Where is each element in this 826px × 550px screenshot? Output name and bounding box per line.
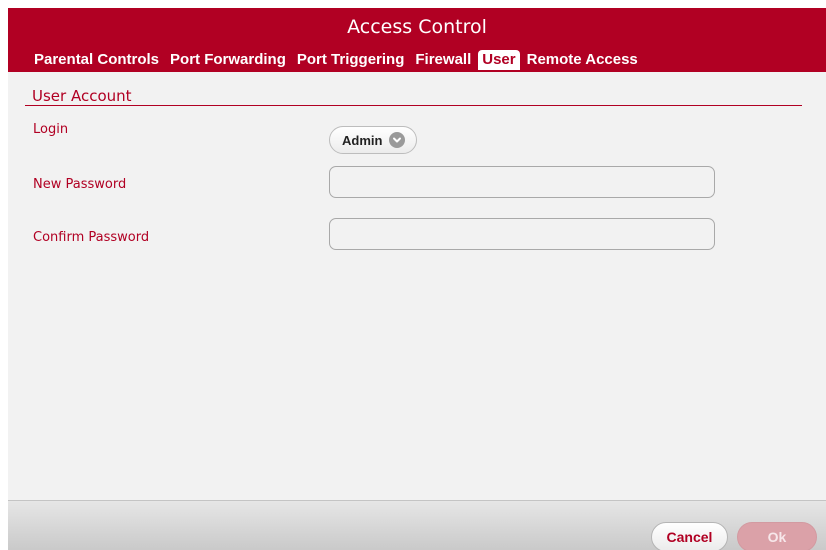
page-title: Access Control: [347, 16, 487, 38]
tab-port-triggering[interactable]: Port Triggering: [293, 50, 409, 70]
confirm-password-label: Confirm Password: [33, 230, 150, 245]
new-password-label: New Password: [33, 177, 127, 192]
login-label: Login: [33, 122, 69, 137]
tab-bar: Parental Controls Port Forwarding Port T…: [30, 50, 645, 70]
ok-button[interactable]: Ok: [737, 522, 817, 550]
tab-user[interactable]: User: [478, 50, 520, 70]
chevron-down-icon: [389, 132, 406, 148]
footer-bar: Cancel Ok: [8, 500, 826, 550]
tab-port-forwarding[interactable]: Port Forwarding: [166, 50, 290, 70]
new-password-field[interactable]: [329, 166, 715, 198]
tab-firewall[interactable]: Firewall: [411, 50, 475, 70]
tab-remote-access[interactable]: Remote Access: [523, 50, 642, 70]
header-bar: Access Control Parental Controls Port Fo…: [8, 8, 826, 72]
login-select[interactable]: Admin: [329, 126, 417, 154]
access-control-panel: Access Control Parental Controls Port Fo…: [8, 8, 826, 550]
login-select-value: Admin: [342, 132, 383, 148]
section-title: User Account: [32, 87, 132, 105]
section-divider: [25, 105, 802, 106]
cancel-button[interactable]: Cancel: [651, 522, 728, 550]
confirm-password-field[interactable]: [329, 218, 715, 250]
tab-parental-controls[interactable]: Parental Controls: [30, 50, 163, 70]
